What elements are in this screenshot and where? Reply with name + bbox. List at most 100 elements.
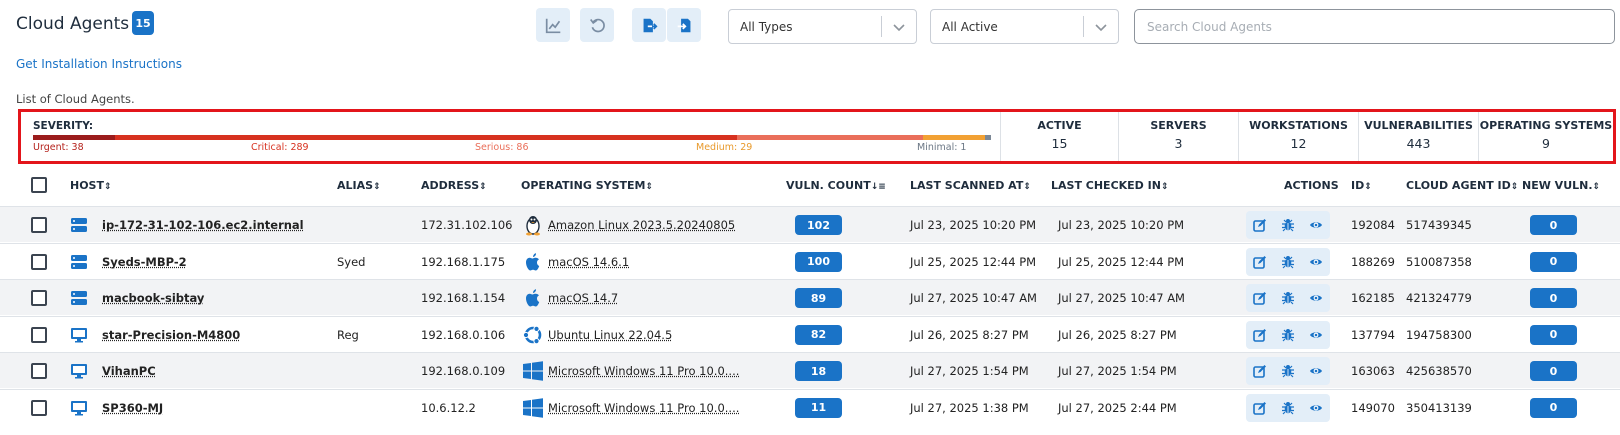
edit-button[interactable]	[1246, 393, 1274, 422]
col-last-scanned[interactable]: LAST SCANNED AT⇕	[910, 179, 1031, 192]
os-link[interactable]: macOS 14.7	[548, 291, 618, 305]
severity-bar	[33, 135, 991, 140]
vuln-count-badge[interactable]: 89	[795, 288, 842, 308]
new-vuln-badge[interactable]: 0	[1530, 324, 1577, 345]
address-cell: 172.31.102.106	[421, 218, 513, 232]
row-checkbox[interactable]	[31, 326, 47, 343]
col-operating-system[interactable]: OPERATING SYSTEM⇕	[521, 179, 653, 192]
row-checkbox[interactable]	[31, 290, 47, 306]
table-row[interactable]: VihanPC 192.168.0.109 Microsoft Windows 11…	[0, 352, 1620, 388]
host-link[interactable]: VihanPC	[102, 364, 156, 378]
table-row[interactable]: SP360-MJ 10.6.12.2 Microsoft Windows 11 Pr…	[0, 388, 1620, 425]
new-vuln-badge[interactable]: 0	[1530, 288, 1577, 308]
view-button[interactable]	[1302, 357, 1330, 385]
vulnerabilities-button[interactable]	[1274, 247, 1302, 276]
sort-icon: ⇕	[1364, 182, 1372, 192]
os-link[interactable]: Ubuntu Linux 22.04.5	[548, 328, 672, 342]
status-filter-select[interactable]: All Active	[930, 9, 1119, 44]
edit-button[interactable]	[1246, 320, 1274, 349]
bug-icon	[1281, 255, 1295, 269]
list-description: List of Cloud Agents.	[16, 92, 135, 106]
table-row[interactable]: Syeds-MBP-2 Syed 192.168.1.175 macOS 14.6.1…	[0, 242, 1620, 279]
view-button[interactable]	[1302, 211, 1330, 239]
vuln-count-badge[interactable]: 102	[795, 215, 842, 235]
vulnerabilities-button[interactable]	[1274, 320, 1302, 349]
col-label: ID	[1351, 179, 1365, 192]
col-id[interactable]: ID⇕	[1351, 179, 1372, 192]
select-all-checkbox[interactable]	[31, 177, 47, 193]
new-vuln-badge[interactable]: 0	[1530, 251, 1577, 272]
search-input[interactable]	[1134, 9, 1615, 44]
vuln-count-badge[interactable]: 11	[795, 397, 842, 418]
vulnerabilities-button[interactable]	[1274, 284, 1302, 312]
severity-label: SEVERITY:	[33, 120, 94, 132]
install-instructions-link[interactable]: Get Installation Instructions	[16, 57, 182, 71]
new-vuln-badge[interactable]: 0	[1530, 361, 1577, 381]
chart-icon	[545, 18, 560, 33]
vulnerabilities-button[interactable]	[1274, 357, 1302, 385]
cloud-agent-id-cell: 425638570	[1406, 364, 1472, 378]
new-vuln-badge[interactable]: 0	[1530, 215, 1577, 235]
new-vuln-badge[interactable]: 0	[1530, 397, 1577, 418]
host-link[interactable]: ip-172-31-102-106.ec2.internal	[102, 218, 304, 232]
table-row[interactable]: macbook-sibtay 192.168.1.154 macOS 14.7 89 J…	[0, 279, 1620, 315]
col-new-vuln[interactable]: NEW VULN.⇕	[1522, 179, 1600, 192]
host-link[interactable]: macbook-sibtay	[102, 291, 204, 305]
col-alias[interactable]: ALIAS⇕	[337, 179, 381, 192]
host-link[interactable]: star-Precision-M4800	[102, 328, 240, 342]
os-link[interactable]: Microsoft Windows 11 Pro 10.0....	[548, 401, 739, 415]
view-button[interactable]	[1302, 284, 1330, 312]
view-button[interactable]	[1302, 393, 1330, 422]
edit-button[interactable]	[1246, 211, 1274, 239]
edit-button[interactable]	[1246, 247, 1274, 276]
edit-icon	[1253, 255, 1267, 269]
col-address[interactable]: ADDRESS⇕	[421, 179, 487, 192]
edit-button[interactable]	[1246, 284, 1274, 312]
chevron-down-icon	[1095, 24, 1107, 32]
col-vuln-count[interactable]: VULN. COUNT↓≡	[786, 179, 886, 192]
col-label: VULN. COUNT	[786, 179, 871, 192]
col-label: LAST SCANNED AT	[910, 179, 1024, 192]
edit-icon	[1253, 218, 1267, 232]
type-filter-select[interactable]: All Types	[728, 9, 917, 44]
host-link[interactable]: Syeds-MBP-2	[102, 255, 187, 269]
refresh-icon	[589, 18, 605, 32]
stat-servers: SERVERS 3	[1118, 112, 1238, 161]
vuln-count-badge[interactable]: 100	[795, 251, 842, 272]
export-button[interactable]	[632, 8, 666, 42]
vulnerabilities-button[interactable]	[1274, 211, 1302, 239]
host-link[interactable]: SP360-MJ	[102, 401, 163, 415]
os-link[interactable]: Microsoft Windows 11 Pro 10.0....	[548, 364, 739, 378]
col-host[interactable]: HOST⇕	[70, 179, 112, 192]
table-row[interactable]: ip-172-31-102-106.ec2.internal 172.31.102…	[0, 206, 1620, 242]
id-cell: 163063	[1351, 364, 1395, 378]
cloud-agent-id-cell: 517439345	[1406, 218, 1472, 232]
os-link[interactable]: Amazon Linux 2023.5.20240805	[548, 218, 735, 232]
col-cloud-agent-id[interactable]: CLOUD AGENT ID⇕	[1406, 179, 1518, 192]
vuln-count-badge[interactable]: 18	[795, 361, 842, 381]
row-checkbox[interactable]	[31, 363, 47, 379]
view-button[interactable]	[1302, 320, 1330, 349]
last-scanned-cell: Jul 26, 2025 8:27 PM	[910, 327, 1029, 342]
refresh-button[interactable]	[580, 8, 614, 42]
edit-button[interactable]	[1246, 357, 1274, 385]
row-checkbox[interactable]	[31, 217, 47, 233]
os-link[interactable]: macOS 14.6.1	[548, 255, 629, 269]
vuln-count-badge[interactable]: 82	[795, 324, 842, 345]
row-checkbox[interactable]	[31, 399, 47, 416]
stat-workstations: WORKSTATIONS 12	[1238, 112, 1358, 161]
row-checkbox[interactable]	[31, 253, 47, 270]
status-filter-value: All Active	[942, 20, 998, 34]
import-button[interactable]	[667, 8, 701, 42]
address-cell: 192.168.1.175	[421, 254, 506, 269]
last-checked-cell: Jul 27, 2025 10:47 AM	[1058, 291, 1185, 305]
id-cell: 188269	[1351, 254, 1395, 269]
stat-label: WORKSTATIONS	[1249, 119, 1348, 132]
windows-icon	[522, 397, 544, 419]
severity-count-label: Medium: 29	[696, 142, 753, 153]
table-row[interactable]: star-Precision-M4800 Reg 192.168.0.106 Ubun…	[0, 315, 1620, 352]
chart-button[interactable]	[536, 8, 570, 42]
view-button[interactable]	[1302, 247, 1330, 276]
vulnerabilities-button[interactable]	[1274, 393, 1302, 422]
col-last-checked[interactable]: LAST CHECKED IN⇕	[1051, 179, 1169, 192]
